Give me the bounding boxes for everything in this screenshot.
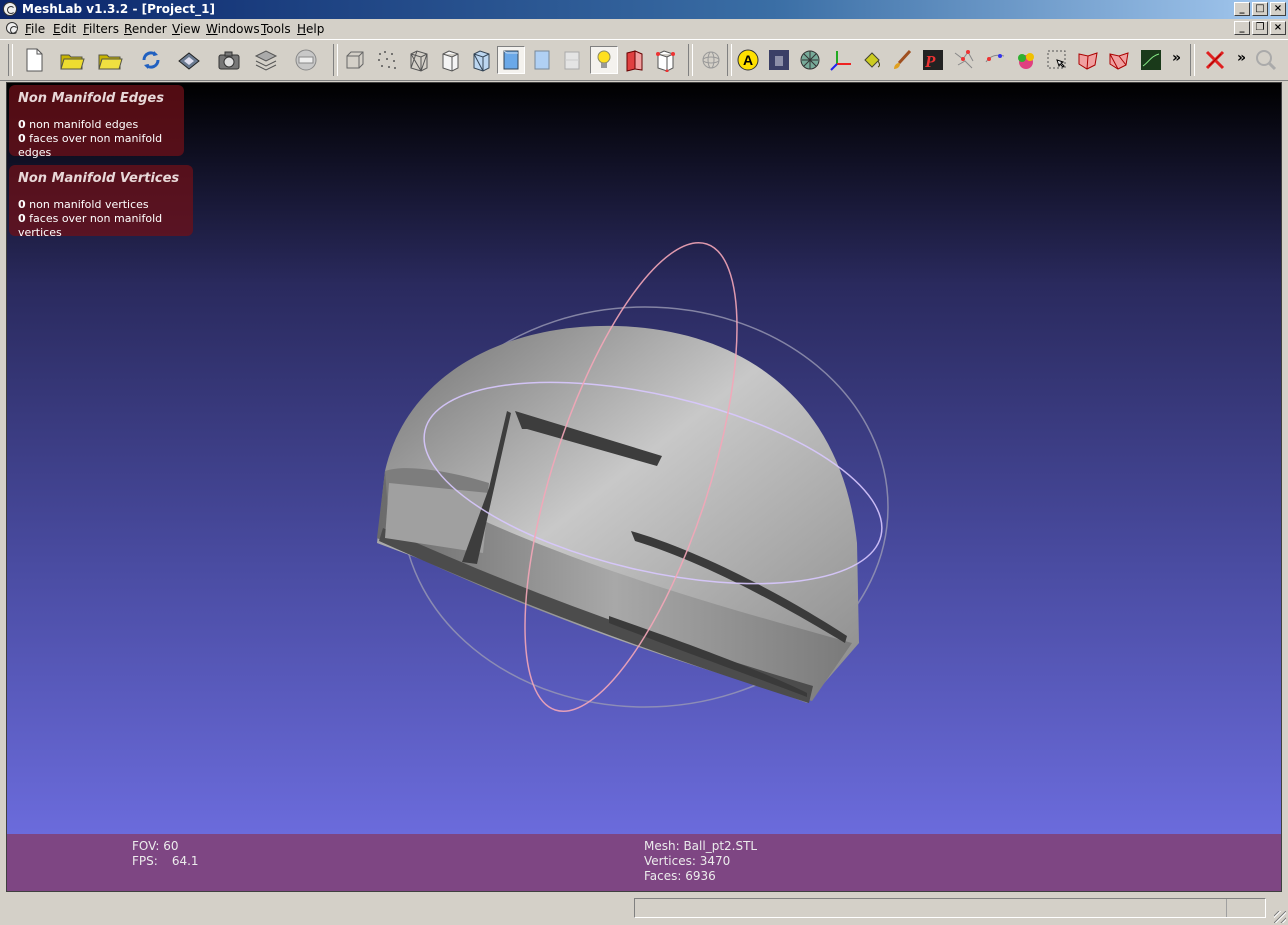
non-manifold-vertices-panel: Non Manifold Vertices 0 non manifold ver… [9,165,193,239]
count: 0 [18,132,26,145]
geo-icon[interactable] [1137,46,1165,74]
vertex-count: Vertices: 3470 [644,854,731,868]
fps-row: FPS: 64.1 [132,854,199,869]
toolbar-handle[interactable] [1190,44,1195,76]
menu-render[interactable]: Render [124,22,167,36]
mdi-restore-button[interactable]: ❐ [1252,21,1268,35]
fullscreen-icon[interactable] [292,46,320,74]
panel-title: Non Manifold Vertices [18,171,180,186]
align-icon[interactable] [981,46,1009,74]
toolbar-more-button-2[interactable]: » [1237,50,1246,66]
new-project-icon[interactable] [20,46,48,74]
label: faces over non manifold edges [18,132,163,159]
non-manifold-edges-panel: Non Manifold Edges 0 non manifold edges … [9,85,184,159]
wireframe-icon[interactable] [405,46,433,74]
trackball-icon[interactable] [697,46,725,74]
menu-help[interactable]: Help [297,22,324,36]
count: 0 [18,212,26,225]
toolbar-handle[interactable] [333,44,338,76]
menu-edit[interactable]: Edit [53,22,76,36]
mdi-minimize-button[interactable]: _ [1234,21,1250,35]
status-bar [0,893,1288,925]
menu-bar: File Edit Filters Render View Windows To… [0,19,1288,39]
toolbar-handle[interactable] [8,44,13,76]
meshlab-logo-icon [3,2,17,16]
menu-windows[interactable]: Windows [206,22,260,36]
open-mesh-icon[interactable] [96,46,124,74]
menu-view[interactable]: View [172,22,200,36]
fov-text: FOV: 60 [132,839,179,853]
paint-bucket-icon[interactable] [858,46,886,74]
search-icon[interactable] [1252,46,1280,74]
count: 0 [18,198,26,211]
manifold-icon[interactable] [796,46,824,74]
count: 0 [18,118,26,131]
hidden-lines-icon[interactable] [436,46,464,74]
measure-icon[interactable] [950,46,978,74]
info-annotation-icon[interactable]: A [734,46,762,74]
panel-row: 0 non manifold vertices [18,198,184,212]
view-stats: FOV: 60 FPS: 64.1 [132,839,199,869]
title-bar: MeshLab v1.3.2 - [Project_1] _ □ × [0,0,1288,19]
backface-icon[interactable] [620,46,648,74]
pickpoints-icon[interactable]: P [919,46,947,74]
label: non manifold vertices [29,198,149,211]
mesh-stats: Mesh: Ball_pt2.STL Vertices: 3470 Faces:… [644,839,757,884]
points-icon[interactable] [373,46,401,74]
svg-text:P: P [924,52,936,71]
progress-cap [1226,899,1265,917]
flat-lines-icon[interactable] [467,46,495,74]
select-icon[interactable] [1043,46,1071,74]
close-icon[interactable] [1201,46,1229,74]
minimize-button[interactable]: _ [1234,2,1250,16]
menu-tools[interactable]: Tools [261,22,291,36]
close-window-button[interactable]: × [1270,2,1286,16]
snapshot-icon[interactable] [215,46,243,74]
texture-paint-icon[interactable] [1012,46,1040,74]
paint-brush-icon[interactable] [888,46,916,74]
window-title: MeshLab v1.3.2 - [Project_1] [22,2,215,16]
maximize-button[interactable]: □ [1252,2,1268,16]
panel-row: 0 non manifold edges [18,118,175,132]
face-count: Faces: 6936 [644,869,716,883]
toolbar-handle[interactable] [688,44,693,76]
smooth-icon[interactable] [528,46,556,74]
view-info-bar: FOV: 60 FPS: 64.1 Mesh: Ball_pt2.STL Vert… [7,834,1281,891]
3d-viewport[interactable]: Non Manifold Edges 0 non manifold edges … [6,82,1282,892]
axis-icon[interactable] [827,46,855,74]
flat-icon[interactable] [497,46,525,74]
save-icon[interactable] [175,46,203,74]
progress-bar [634,898,1266,918]
toolbar-more-button[interactable]: » [1172,50,1181,66]
bbox-icon[interactable] [341,46,369,74]
color-icon[interactable] [651,46,679,74]
shading-icon[interactable] [765,46,793,74]
toolbar-handle[interactable] [727,44,732,76]
menu-filters[interactable]: Filters [83,22,119,36]
label: faces over non manifold vertices [18,212,163,239]
select-connected-icon[interactable] [1105,46,1133,74]
texture-icon[interactable] [558,46,586,74]
panel-title: Non Manifold Edges [18,91,164,106]
fps-label: FPS: [132,854,158,868]
panel-row: 0 faces over non manifold vertices [18,212,184,240]
layers-icon[interactable] [252,46,280,74]
mesh-render[interactable] [7,83,1282,892]
document-icon[interactable] [6,22,18,34]
fps-value: 64.1 [171,854,199,868]
light-icon[interactable] [590,46,618,74]
select-faces-icon[interactable] [1074,46,1102,74]
open-project-icon[interactable] [58,46,86,74]
svg-text:A: A [743,52,753,68]
menu-file[interactable]: File [25,22,45,36]
toolbar: A P » » [0,39,1288,81]
resize-grip-icon[interactable] [1274,911,1286,923]
mesh-name: Mesh: Ball_pt2.STL [644,839,758,853]
mdi-close-button[interactable]: × [1270,21,1286,35]
reload-icon[interactable] [137,46,165,74]
label: non manifold edges [29,118,139,131]
panel-row: 0 faces over non manifold edges [18,132,175,160]
